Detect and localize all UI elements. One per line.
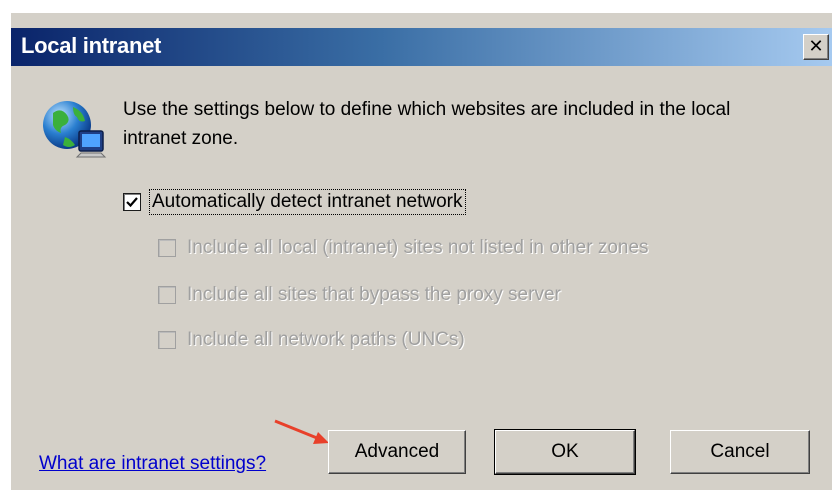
checkbox-local-sites[interactable] [158, 239, 176, 257]
annotation-arrow [274, 419, 329, 444]
checkbox-bypass-proxy[interactable] [158, 286, 176, 304]
local-intranet-dialog: Local intranet ✕ Use the settings below … [10, 12, 832, 490]
checkbox-label-auto-detect: Automatically detect intranet network [149, 189, 466, 215]
checkmark-icon [126, 197, 138, 208]
checkbox-row-local-sites[interactable]: Include all local (intranet) sites not l… [158, 236, 651, 260]
checkbox-network-paths[interactable] [158, 331, 176, 349]
checkbox-label-local-sites: Include all local (intranet) sites not l… [187, 237, 649, 258]
dialog-title: Local intranet [21, 33, 162, 58]
checkbox-row-auto-detect[interactable]: Automatically detect intranet network [123, 189, 466, 215]
checkbox-label-bypass-proxy: Include all sites that bypass the proxy … [187, 284, 561, 305]
intranet-settings-help-link[interactable]: What are intranet settings? [39, 453, 266, 475]
checkbox-row-network-paths[interactable]: Include all network paths (UNCs) [158, 328, 467, 352]
advanced-button[interactable]: Advanced [328, 430, 466, 474]
globe-computer-icon [43, 101, 107, 158]
ok-button[interactable]: OK [494, 429, 636, 475]
checkbox-row-bypass-proxy[interactable]: Include all sites that bypass the proxy … [158, 283, 563, 307]
close-button[interactable]: ✕ [803, 34, 829, 60]
close-icon: ✕ [808, 36, 824, 57]
cancel-button[interactable]: Cancel [670, 430, 810, 474]
intro-text: Use the settings below to define which w… [123, 99, 731, 149]
checkbox-label-network-paths: Include all network paths (UNCs) [187, 329, 465, 350]
checkbox-auto-detect[interactable] [123, 193, 141, 211]
title-bar[interactable]: Local intranet ✕ [11, 28, 832, 66]
